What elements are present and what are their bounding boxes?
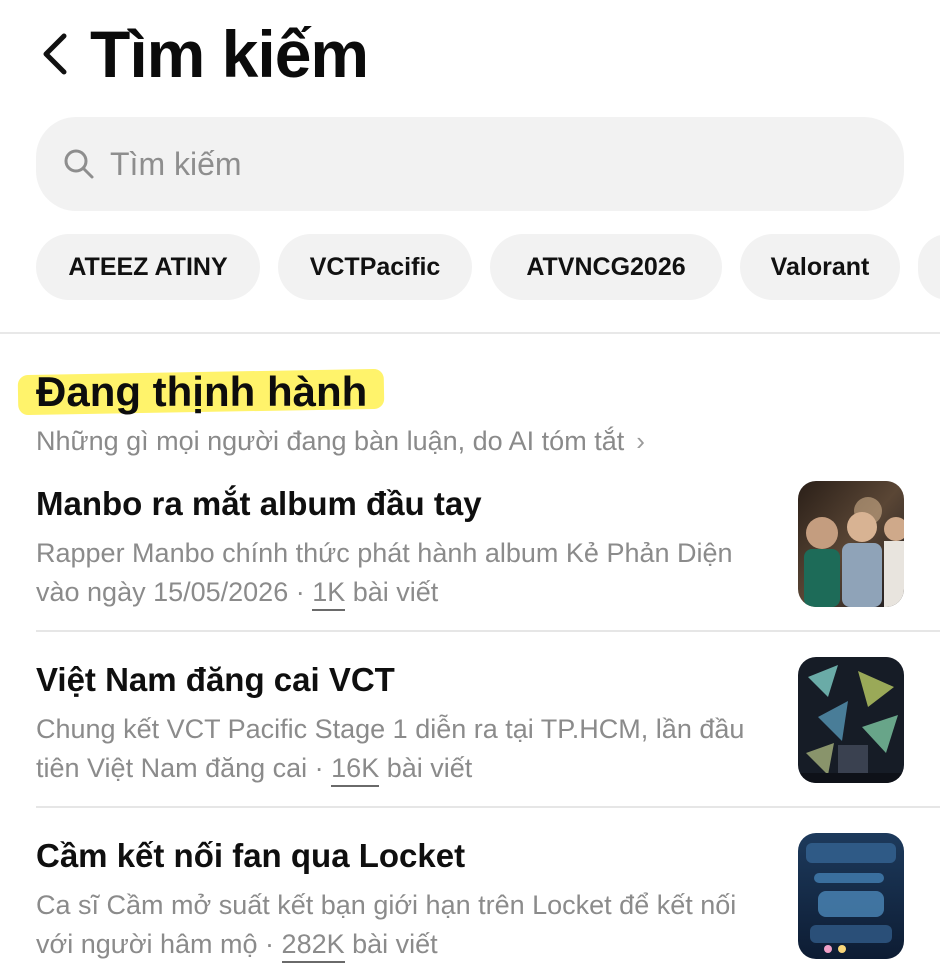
search-icon [62,147,96,181]
post-count: 1K [312,577,346,611]
chevron-right-icon: › [636,426,645,456]
trending-item-description: Rapper Manbo chính thức phát hành album … [36,534,776,612]
row-divider [36,806,940,808]
post-count: 16K [331,753,380,787]
chip-atvncg2026[interactable]: ATVNCG2026 [490,234,722,300]
trending-item-headline: Cầm kết nối fan qua Locket [36,837,466,874]
trending-title: Đang thịnh hành [36,368,368,415]
chip-vctpacific[interactable]: VCTPacific [278,234,472,300]
chip-ateez-atiny[interactable]: ATEEZ ATINY [36,234,260,300]
row-divider [36,630,940,632]
trending-item-headline: Việt Nam đăng cai VCT [36,661,395,698]
trending-subtitle: Những gì mọi người đang bàn luận, do AI … [36,426,625,456]
trending-item-description: Chung kết VCT Pacific Stage 1 diễn ra tạ… [36,710,776,788]
chip-valorant[interactable]: Valorant [740,234,900,300]
trending-item-headline: Manbo ra mắt album đầu tay [36,485,482,522]
page-title: Tìm kiếm [90,17,369,91]
trending-item-thumbnail [798,481,904,607]
post-count: 282K [281,929,345,963]
search-placeholder: Tìm kiếm [110,145,242,182]
search-input[interactable]: Tìm kiếm [36,117,904,211]
trending-item-thumbnail [798,833,904,959]
chip-partial[interactable] [918,234,940,300]
header: Tìm kiếm [0,0,940,110]
section-divider [0,332,940,334]
trending-subtitle-link[interactable]: Những gì mọi người đang bàn luận, do AI … [36,421,645,461]
trending-item-description: Ca sĩ Cầm mở suất kết bạn giới hạn trên … [36,886,776,964]
suggestion-chips: ATEEZ ATINY VCTPacific ATVNCG2026 Valorant [36,234,940,300]
chevron-left-icon [43,33,67,75]
trending-item-thumbnail [798,657,904,783]
back-button[interactable] [30,26,80,82]
